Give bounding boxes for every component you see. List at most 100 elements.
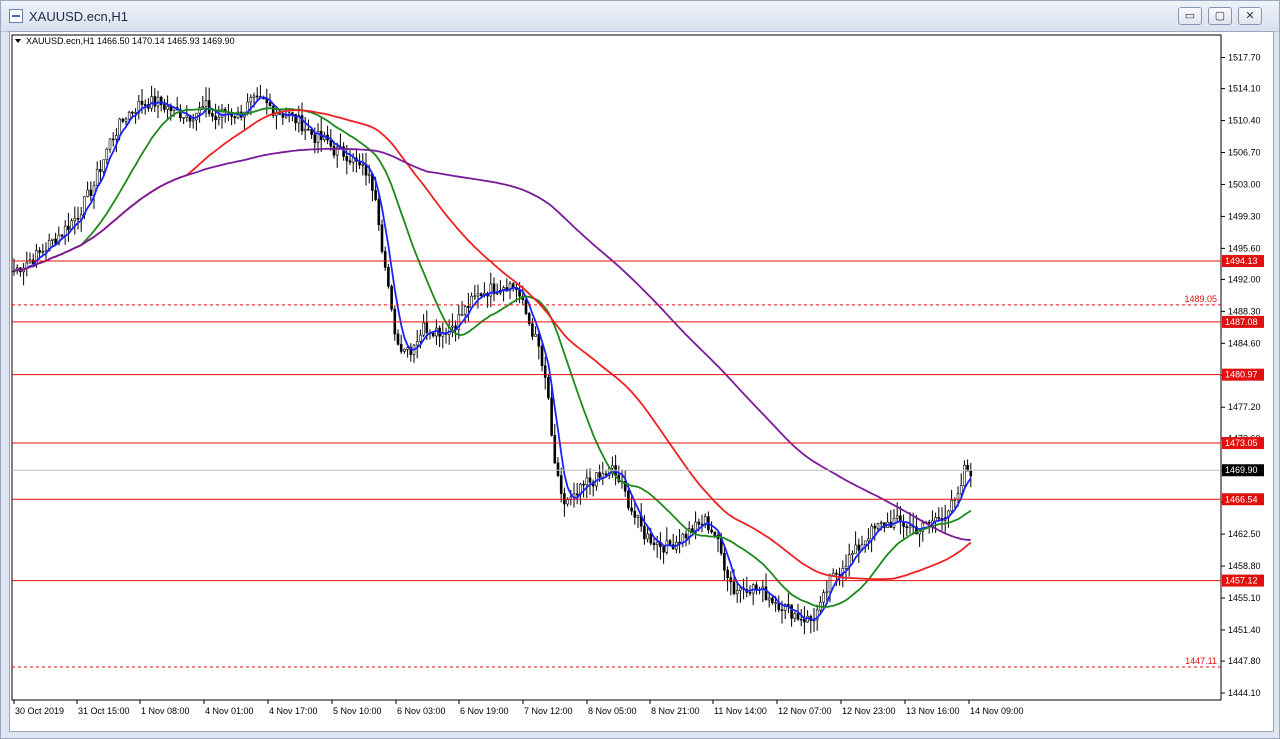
candle-body [723, 553, 726, 571]
candle-body [908, 525, 912, 529]
candle-body [630, 507, 633, 512]
y-tick-label: 1444.10 [1228, 688, 1261, 698]
x-tick-label: 31 Oct 15:00 [78, 706, 130, 716]
candle-body [854, 544, 857, 554]
close-button[interactable]: ✕ [1238, 7, 1262, 25]
candle-body [767, 597, 771, 601]
candle-body [556, 462, 560, 476]
price-level-tag-text: 1457.12 [1225, 576, 1258, 586]
restore-button[interactable]: ▢ [1208, 7, 1232, 25]
candle-body [73, 218, 77, 222]
candle-body [524, 299, 528, 314]
candle-body [559, 475, 563, 494]
candle-body [467, 306, 470, 308]
candle-body [553, 435, 557, 464]
candle-body [937, 517, 941, 519]
x-tick-label: 11 Nov 14:00 [714, 706, 767, 716]
candle-body [748, 592, 752, 594]
candle-body [463, 306, 467, 315]
candle-body [63, 225, 67, 236]
candle-body [51, 238, 54, 241]
symbol-ohlc-label: XAUUSD.ecn,H1 1466.50 1470.14 1465.93 14… [26, 36, 235, 46]
candle-body [636, 515, 640, 518]
candle-body [460, 314, 464, 316]
candle-body [531, 323, 534, 337]
candle-body [835, 572, 838, 575]
candle-body [374, 190, 377, 200]
candle-body [406, 347, 409, 350]
y-tick-label: 1510.40 [1228, 116, 1261, 126]
candle-body [345, 156, 349, 162]
candle-body [684, 533, 688, 539]
candle-body [403, 349, 406, 352]
candle-body [252, 95, 256, 98]
candle-body [156, 96, 160, 107]
title-bar[interactable]: XAUUSD.ecn,H1 ▭ ▢ ✕ [1, 1, 1279, 32]
candles [12, 84, 973, 635]
candle-body [249, 97, 253, 103]
y-tick-label: 1488.30 [1228, 306, 1261, 316]
candle-body [41, 251, 45, 253]
candle-body [726, 569, 729, 578]
candle-body [211, 113, 214, 117]
candle-body [124, 118, 128, 122]
candle-body [585, 477, 589, 486]
candle-body [387, 267, 390, 287]
candle-body [415, 341, 419, 346]
candle-body [867, 538, 870, 542]
x-tick-label: 4 Nov 17:00 [269, 706, 318, 716]
candle-body [182, 117, 185, 119]
candle-body [60, 234, 64, 237]
candle-body [185, 114, 189, 118]
candle-body [857, 544, 861, 551]
chart-area[interactable]: 1517.70 1514.10 1510.40 1506.70 1503.00 1499.… [9, 31, 1274, 732]
chart-window-icon [9, 9, 23, 23]
candle-body [425, 322, 429, 333]
candle-body [844, 565, 848, 569]
plot-frame [11, 34, 1222, 701]
candle-body [127, 111, 131, 120]
candle-body [895, 515, 899, 519]
candle-body [201, 106, 205, 109]
x-tick-label: 6 Nov 03:00 [397, 706, 446, 716]
candle-body [399, 343, 403, 352]
candle-body [476, 293, 480, 297]
candle-body [598, 472, 601, 478]
candle-body [543, 365, 547, 378]
price-level-label: 1489.05 [1184, 294, 1217, 304]
candle-body [332, 145, 336, 156]
candle-body [390, 286, 393, 310]
candle-body [825, 591, 829, 594]
minimize-button[interactable]: ▭ [1178, 7, 1202, 25]
y-tick-label: 1506.70 [1228, 148, 1261, 158]
candle-body [431, 332, 435, 337]
candle-body [735, 590, 739, 595]
window-title: XAUUSD.ecn,H1 [29, 9, 128, 24]
candle-body [713, 531, 717, 536]
candle-body [963, 464, 966, 486]
candle-body [927, 521, 931, 524]
candle-body [204, 100, 208, 107]
candle-body [118, 118, 121, 136]
y-tick-label: 1477.20 [1228, 402, 1261, 412]
price-chart[interactable]: 1517.70 1514.10 1510.40 1506.70 1503.00 1499.… [10, 32, 1273, 731]
candle-body [780, 609, 784, 611]
candle-body [582, 483, 585, 486]
candle-body [643, 525, 646, 540]
minimize-icon: ▭ [1184, 10, 1196, 22]
restore-icon: ▢ [1214, 10, 1226, 22]
x-tick-label: 12 Nov 23:00 [842, 706, 896, 716]
price-level-tag-text: 1494.13 [1225, 256, 1258, 266]
moving-average-line [13, 109, 972, 581]
candle-body [102, 159, 105, 172]
y-tick-label: 1458.80 [1228, 561, 1261, 571]
candle-body [649, 533, 653, 544]
candle-body [89, 189, 93, 197]
y-tick-label: 1451.40 [1228, 625, 1261, 635]
candle-body [473, 295, 477, 298]
price-level-tag-text: 1473.05 [1225, 438, 1258, 448]
candle-body [956, 493, 960, 500]
candle-body [95, 169, 99, 186]
x-tick-label: 14 Nov 09:00 [970, 706, 1024, 716]
x-tick-label: 13 Nov 16:00 [906, 706, 960, 716]
